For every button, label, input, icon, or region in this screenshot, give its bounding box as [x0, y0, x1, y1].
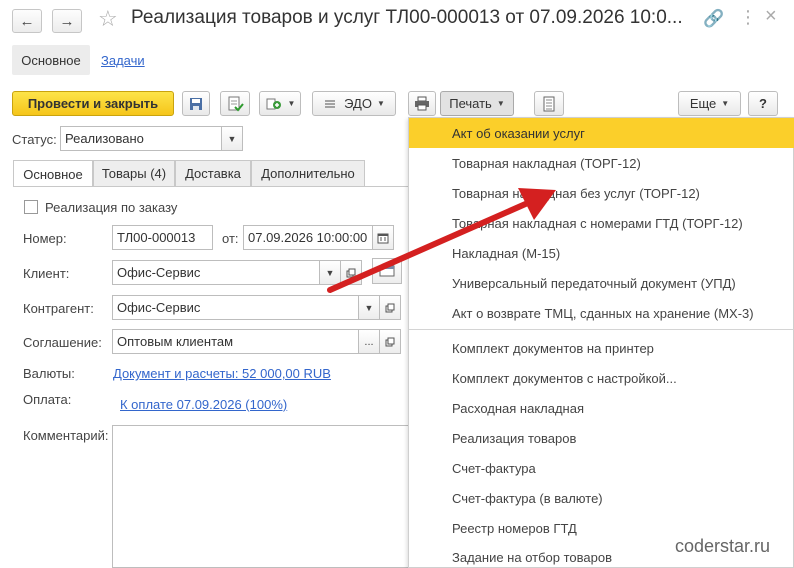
annotation-arrow: [327, 188, 556, 293]
watermark: coderstar.ru: [675, 536, 771, 556]
